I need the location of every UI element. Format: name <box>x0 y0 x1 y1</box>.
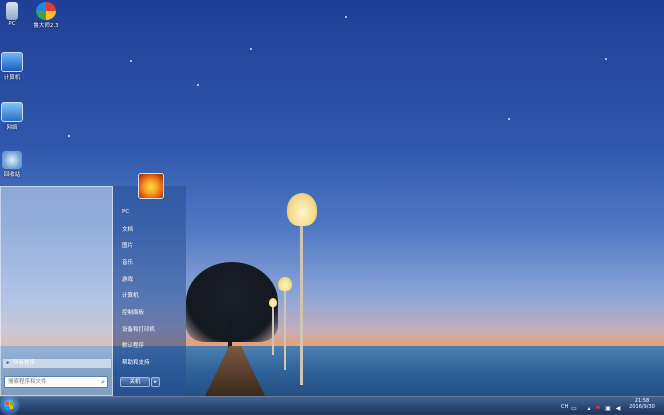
start-item-music[interactable]: 音乐 <box>122 258 133 266</box>
action-center-flag-icon[interactable]: ⚑ <box>594 405 602 412</box>
start-item-documents[interactable]: 文档 <box>122 225 133 233</box>
volume-icon[interactable]: ◀ <box>614 405 622 412</box>
search-icon: ⌕ <box>101 378 105 386</box>
chevron-right-icon: ▸ <box>154 379 157 385</box>
start-item-devices-printers[interactable]: 设备和打印机 <box>122 325 155 333</box>
network-status-icon[interactable]: ▣ <box>604 405 612 412</box>
desktop-icon-ludashi[interactable]: 鲁大师2.3 <box>29 2 63 29</box>
chevron-right-icon: ▸ <box>6 360 10 366</box>
ludashi-icon <box>36 2 56 20</box>
start-item-pictures[interactable]: 图片 <box>122 241 133 249</box>
start-item-default-programs[interactable]: 默认程序 <box>122 341 144 349</box>
start-menu: PC 文档 图片 音乐 游戏 计算机 控制面板 设备和打印机 默认程序 帮助和支… <box>0 186 186 396</box>
language-indicator[interactable]: CH <box>561 404 568 410</box>
clock-date: 2016/9/30 <box>629 404 655 410</box>
start-item-computer[interactable]: 计算机 <box>122 291 139 299</box>
desktop-icon-pc[interactable]: PC <box>0 2 29 27</box>
search-input[interactable] <box>5 377 99 387</box>
windows-logo-icon <box>6 402 13 409</box>
start-menu-places: PC 文档 图片 音乐 游戏 计算机 控制面板 设备和打印机 默认程序 帮助和支… <box>113 186 186 396</box>
show-hidden-icons-icon[interactable]: ▴ <box>585 405 593 412</box>
desktop-icon-network[interactable]: 网络 <box>0 102 29 131</box>
recycle-bin-icon <box>2 151 22 169</box>
network-icon <box>1 102 23 122</box>
start-search-box[interactable]: ⌕ <box>4 376 108 388</box>
start-button[interactable] <box>2 398 17 413</box>
computer-icon <box>1 52 23 72</box>
start-item-control-panel[interactable]: 控制面板 <box>122 308 144 316</box>
system-clock[interactable]: 21:58 2016/9/30 <box>625 398 659 410</box>
start-item-games[interactable]: 游戏 <box>122 275 133 283</box>
shutdown-options-button[interactable]: ▸ <box>151 377 160 387</box>
all-programs-button[interactable]: ▸ 所有程序 <box>3 359 111 368</box>
shutdown-button[interactable]: 关机 <box>120 377 150 387</box>
user-picture[interactable] <box>138 173 164 199</box>
desktop-icon-computer[interactable]: 计算机 <box>0 52 29 81</box>
keyboard-icon[interactable]: ▭ <box>570 405 578 412</box>
pc-icon <box>6 2 18 20</box>
desktop-icon-recycle-bin[interactable]: 回收站 <box>0 151 29 178</box>
start-item-help-support[interactable]: 帮助和支持 <box>122 358 150 366</box>
start-item-pc[interactable]: PC <box>122 209 129 215</box>
